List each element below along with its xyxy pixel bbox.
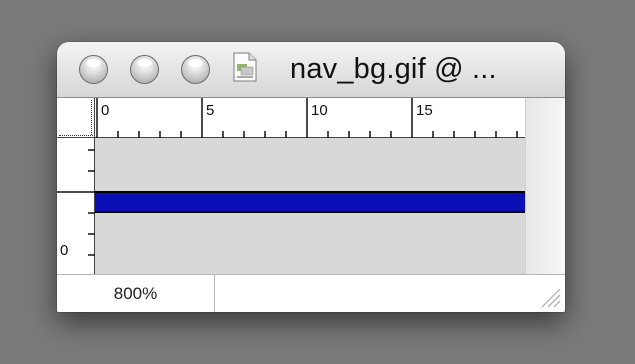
vertical-ruler[interactable]: 0: [57, 138, 95, 274]
origin-guide-horizontal: [59, 135, 93, 136]
ruler-origin[interactable]: [57, 98, 95, 138]
title-bar[interactable]: nav_bg.gif @ ...: [57, 42, 565, 98]
gif-document-icon: [233, 52, 257, 82]
window-title: nav_bg.gif @ ...: [290, 53, 497, 85]
close-button[interactable]: [79, 55, 108, 84]
ruler-label-10: 10: [311, 102, 328, 119]
ruler-label-5: 5: [206, 102, 215, 119]
resize-grip-icon[interactable]: [537, 284, 561, 308]
ruler-label-15: 15: [416, 102, 433, 119]
minimize-button[interactable]: [130, 55, 159, 84]
ruler-label-0: 0: [101, 102, 110, 119]
horizontal-ruler-ticks: [96, 98, 518, 138]
image-canvas[interactable]: [95, 138, 525, 274]
vertical-scrollbar[interactable]: [525, 98, 565, 274]
status-bar: 800%: [57, 274, 565, 312]
document-window: nav_bg.gif @ ... 0 5 10 15 0 800%: [57, 42, 565, 312]
origin-guide-vertical: [91, 100, 92, 135]
zoom-button[interactable]: [181, 55, 210, 84]
blue-pixel-row: [95, 191, 525, 213]
vertical-ruler-label-0: 0: [60, 242, 69, 259]
zoom-level[interactable]: 800%: [57, 275, 215, 312]
horizontal-ruler[interactable]: 0 5 10 15: [95, 98, 525, 138]
